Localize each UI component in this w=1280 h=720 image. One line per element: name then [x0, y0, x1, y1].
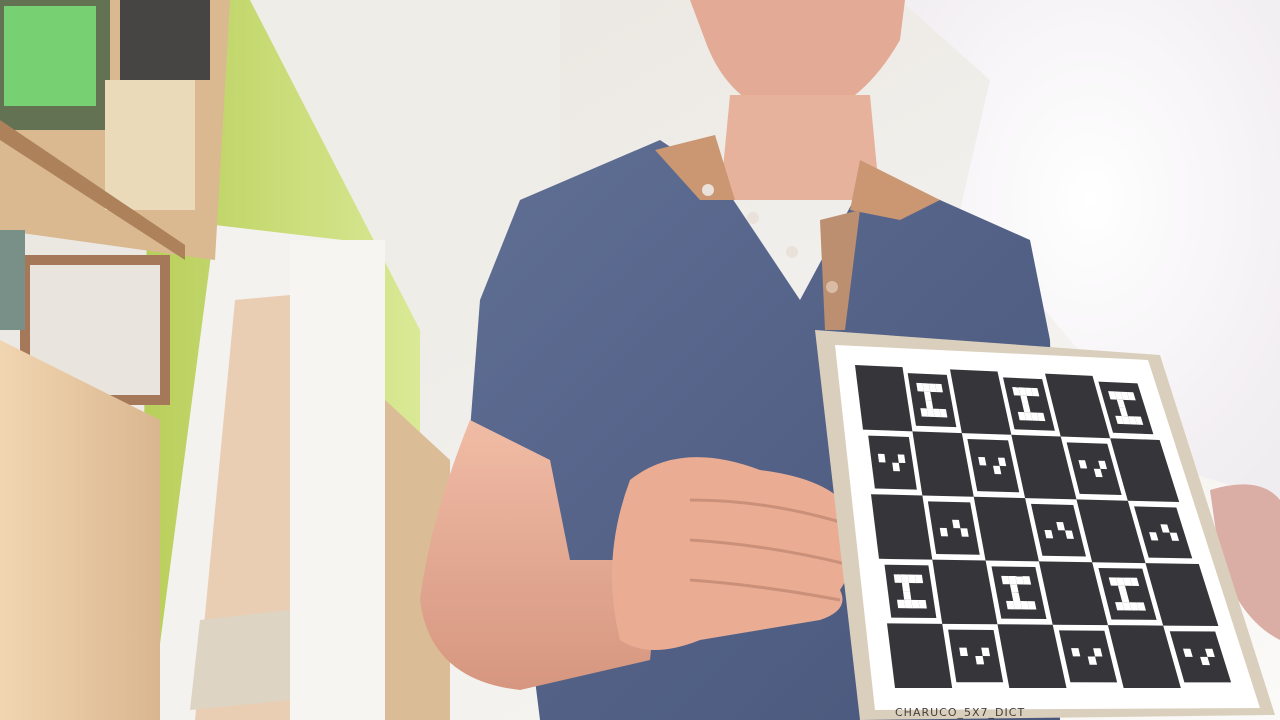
exposure-veil	[0, 0, 1280, 720]
photo-canvas: CHARUCO_5X7_DICT	[0, 0, 1280, 720]
photo-scene: CHARUCO_5X7_DICT	[0, 0, 1280, 720]
